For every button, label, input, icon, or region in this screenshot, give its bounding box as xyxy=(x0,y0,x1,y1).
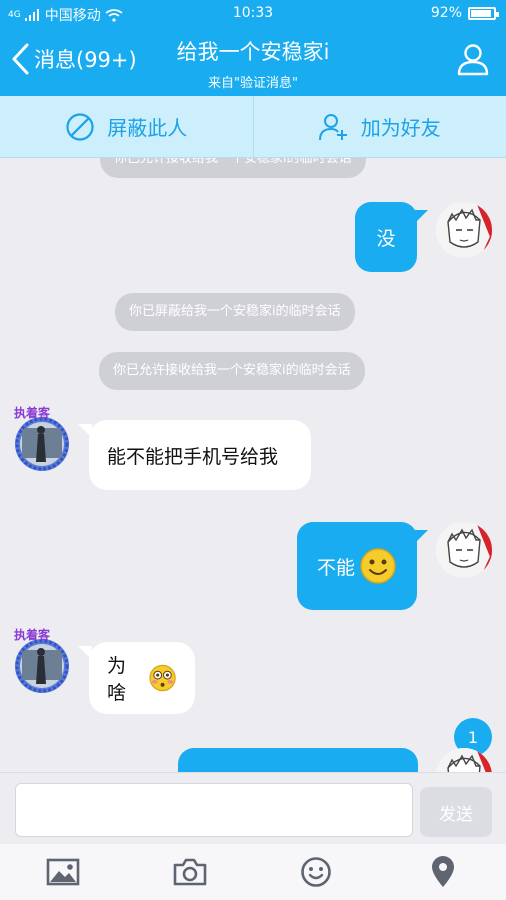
status-bar: 4G 中国移动 10:33 92% xyxy=(0,0,506,28)
location-button[interactable] xyxy=(423,852,463,892)
image-icon xyxy=(46,858,80,886)
block-button[interactable]: 屏蔽此人 xyxy=(0,96,253,157)
flushed-emoji-icon xyxy=(149,664,176,692)
avatar-image xyxy=(436,522,492,578)
contact-avatar[interactable]: 执着客 xyxy=(8,404,76,472)
emoji-icon xyxy=(301,857,332,887)
sent-message[interactable]: 不能 xyxy=(297,522,417,610)
block-label: 屏蔽此人 xyxy=(107,116,188,140)
chevron-left-icon xyxy=(12,43,29,75)
system-message: 你已允许接收给我一个安稳家i的临时会话 xyxy=(99,352,365,390)
avatar-badge: 执着客 xyxy=(14,406,51,420)
my-avatar[interactable] xyxy=(436,522,492,578)
title-group: 给我一个安稳家i 来自"验证消息" xyxy=(120,36,386,91)
location-icon xyxy=(431,856,454,887)
system-message: 你已屏蔽给我一个安稳家i的临时会话 xyxy=(115,293,355,331)
composer-bar: 发送 xyxy=(0,772,506,844)
system-message: 你已允许接收给我一个安稳家i的临时会话 xyxy=(100,158,366,178)
smile-emoji-icon xyxy=(360,548,396,584)
add-friend-button[interactable]: 加为好友 xyxy=(252,96,506,157)
avatar-badge: 执着客 xyxy=(14,628,51,642)
contact-avatar[interactable]: 执着客 xyxy=(8,626,76,694)
page-subtitle: 来自"验证消息" xyxy=(208,76,298,91)
received-message[interactable]: 为啥 xyxy=(89,642,195,714)
sent-message-partial[interactable] xyxy=(178,748,418,772)
bubble-tail xyxy=(414,530,428,544)
message-input[interactable] xyxy=(15,783,413,837)
message-text: 为啥 xyxy=(107,655,127,704)
message-text: 不能 xyxy=(316,556,355,579)
action-bar: 屏蔽此人 加为好友 xyxy=(0,96,506,158)
profile-button[interactable] xyxy=(456,42,490,80)
emoji-button[interactable] xyxy=(296,852,336,892)
person-icon xyxy=(457,44,489,76)
bottom-toolbar xyxy=(0,844,506,900)
send-button[interactable]: 发送 xyxy=(420,787,492,837)
battery-percent: 92% xyxy=(430,5,462,21)
message-text: 能不能把手机号给我 xyxy=(107,445,279,468)
my-avatar[interactable] xyxy=(436,202,492,258)
received-message[interactable]: 能不能把手机号给我 xyxy=(89,420,311,490)
back-button[interactable]: 消息(99+) xyxy=(10,42,137,76)
chat-area[interactable]: 你已允许接收给我一个安稳家i的临时会话 没 你已屏蔽给我一个安稳家i的临时会话 … xyxy=(0,158,506,772)
add-person-icon xyxy=(318,113,347,140)
title-bar: 消息(99+) 给我一个安稳家i 来自"验证消息" xyxy=(0,28,506,96)
sent-message[interactable]: 没 xyxy=(355,202,417,272)
camera-icon xyxy=(173,858,207,886)
page-title: 给我一个安稳家i xyxy=(176,40,330,64)
camera-button[interactable] xyxy=(170,852,210,892)
message-text: 没 xyxy=(376,227,396,250)
battery-icon xyxy=(468,6,499,20)
add-friend-label: 加为好友 xyxy=(360,116,441,140)
bubble-tail xyxy=(414,210,428,224)
avatar-image xyxy=(436,202,492,258)
image-button[interactable] xyxy=(43,852,83,892)
status-right: 92% xyxy=(430,5,499,21)
block-icon xyxy=(66,112,94,141)
unread-count: 1 xyxy=(467,727,479,747)
